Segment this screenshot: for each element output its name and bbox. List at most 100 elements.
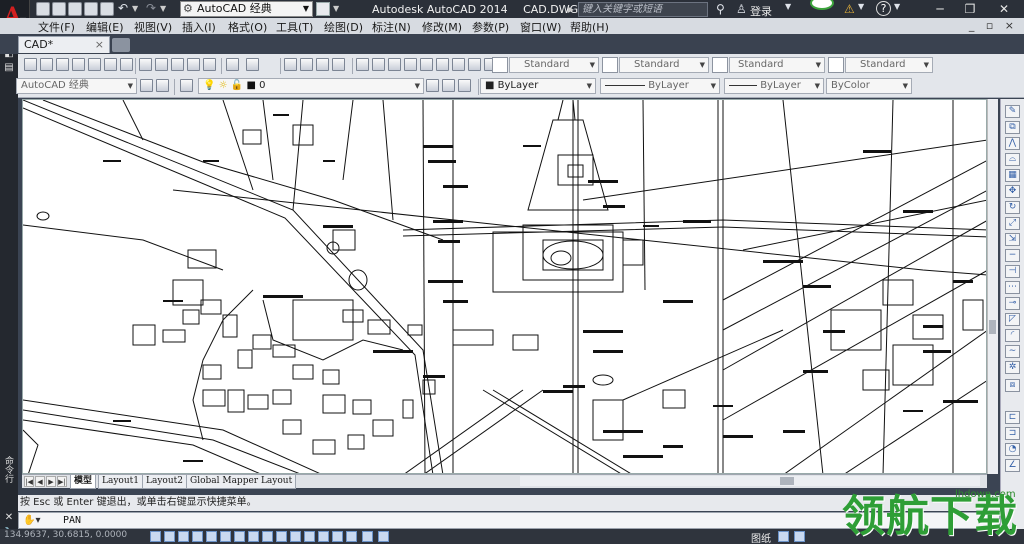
qat-customize-icon[interactable]: ▼ xyxy=(333,2,341,16)
zoom-previous-icon[interactable] xyxy=(332,58,345,71)
grid-display-toggle[interactable] xyxy=(178,531,189,542)
plotstyle-dropdown[interactable]: ByColor ▼ xyxy=(826,78,912,94)
pan-icon[interactable] xyxy=(284,58,297,71)
join-icon[interactable]: ⊸ xyxy=(1005,297,1020,310)
workspace-dropdown[interactable]: ⚙ AutoCAD 经典 ▼ xyxy=(180,1,313,17)
copy-icon[interactable]: ⧉ xyxy=(1005,121,1020,134)
quick-view-drawings-icon[interactable] xyxy=(794,531,805,542)
sheet-set-icon[interactable] xyxy=(404,58,417,71)
blend-icon[interactable]: ∼ xyxy=(1005,345,1020,358)
table-style-icon[interactable] xyxy=(712,57,728,73)
plot-icon[interactable] xyxy=(72,58,85,71)
dim-aligned-icon[interactable]: ⊐ xyxy=(1005,427,1020,440)
menu-tools[interactable]: 工具(T) xyxy=(276,19,313,35)
tab-layout1[interactable]: Layout1 xyxy=(98,475,143,489)
open-icon[interactable] xyxy=(40,58,53,71)
workspace-save-icon[interactable] xyxy=(156,79,169,92)
dynamic-input-toggle[interactable] xyxy=(276,531,287,542)
dim-linear-icon[interactable]: ⊏ xyxy=(1005,411,1020,424)
vertical-scroll-thumb[interactable] xyxy=(989,320,996,334)
copy-icon[interactable] xyxy=(155,58,168,71)
infer-constraints-toggle[interactable] xyxy=(150,531,161,542)
undo-dropdown-icon[interactable]: ▼ xyxy=(132,2,140,16)
restore-button[interactable]: ❐ xyxy=(956,0,984,18)
text-style-icon[interactable] xyxy=(492,57,508,73)
markup-icon[interactable] xyxy=(420,58,433,71)
redo-icon[interactable] xyxy=(246,58,259,71)
user-icon[interactable]: ♙ xyxy=(736,2,747,16)
tab-layout2[interactable]: Layout2 xyxy=(142,475,187,489)
palette-menu-icon[interactable]: ▤ xyxy=(3,62,15,74)
last-tab-icon[interactable]: ▶| xyxy=(57,476,67,487)
design-center-icon[interactable] xyxy=(372,58,385,71)
redo-dropdown-icon[interactable]: ▼ xyxy=(160,2,168,16)
quick-view-layouts-icon[interactable] xyxy=(778,531,789,542)
horizontal-scroll-thumb[interactable] xyxy=(780,477,794,485)
move-icon[interactable]: ✥ xyxy=(1005,185,1020,198)
exchange-badge-icon[interactable] xyxy=(810,0,834,10)
new-file-icon[interactable] xyxy=(36,2,50,16)
layer-properties-icon[interactable] xyxy=(180,79,193,92)
tab-global-mapper-layout[interactable]: Global Mapper Layout xyxy=(186,475,297,489)
trim-icon[interactable]: − xyxy=(1005,249,1020,262)
table-style-dropdown[interactable]: Standard ▼ xyxy=(729,57,825,73)
help-icon[interactable]: ? xyxy=(876,1,891,16)
zoom-realtime-icon[interactable] xyxy=(300,58,313,71)
new-tab-button[interactable] xyxy=(112,38,130,52)
color-dropdown[interactable]: ■ ByLayer ▼ xyxy=(480,78,596,94)
layer-dropdown[interactable]: 💡 ☼ 🔓 ■ 0 ▼ xyxy=(198,78,424,94)
paste-icon[interactable] xyxy=(171,58,184,71)
layer-previous-icon[interactable] xyxy=(442,79,455,92)
layer-manager-icon[interactable] xyxy=(452,58,465,71)
array-icon[interactable]: ▦ xyxy=(1005,169,1020,182)
undo-icon[interactable]: ↶ xyxy=(118,1,128,15)
ucs-toggle[interactable] xyxy=(262,531,273,542)
vertical-scrollbar[interactable] xyxy=(987,99,998,474)
scale-icon[interactable]: ⤢ xyxy=(1005,217,1020,230)
ortho-mode-toggle[interactable] xyxy=(192,531,203,542)
cut-icon[interactable] xyxy=(139,58,152,71)
annotation-monitor-toggle[interactable] xyxy=(346,531,357,542)
make-current-layer-icon[interactable] xyxy=(426,79,439,92)
chevron-down-icon[interactable]: ▼ xyxy=(894,2,900,11)
3d-dwf-icon[interactable] xyxy=(120,58,133,71)
menu-draw[interactable]: 绘图(D) xyxy=(324,19,363,35)
isolate-toggle[interactable] xyxy=(362,531,373,542)
lineweight-dropdown[interactable]: ByLayer ▼ xyxy=(724,78,824,94)
login-button[interactable]: 登录 xyxy=(750,3,772,19)
drawing-window-controls[interactable]: _ ▫ × xyxy=(969,19,1018,32)
menu-parametric[interactable]: 参数(P) xyxy=(472,19,509,35)
draworder-icon[interactable]: ⧈ xyxy=(1005,379,1020,392)
workspace-toolbar-dropdown[interactable]: AutoCAD 经典 ▼ xyxy=(16,78,137,94)
linetype-dropdown[interactable]: ByLayer ▼ xyxy=(600,78,720,94)
first-tab-icon[interactable]: |◀ xyxy=(24,476,34,487)
break-icon[interactable]: ⋯ xyxy=(1005,281,1020,294)
binoculars-icon[interactable]: ⚲ xyxy=(716,2,725,16)
redo-icon[interactable]: ↷ xyxy=(146,1,156,15)
quick-properties-toggle[interactable] xyxy=(318,531,329,542)
multileader-style-icon[interactable] xyxy=(828,57,844,73)
menu-help[interactable]: 帮助(H) xyxy=(570,19,609,35)
tab-model[interactable]: 模型 xyxy=(70,475,97,489)
stretch-icon[interactable]: ⇲ xyxy=(1005,233,1020,246)
snap-mode-toggle[interactable] xyxy=(164,531,175,542)
dim-style-dropdown[interactable]: Standard ▼ xyxy=(619,57,709,73)
rotate-icon[interactable]: ↻ xyxy=(1005,201,1020,214)
menu-view[interactable]: 视图(V) xyxy=(134,19,172,35)
multileader-style-dropdown[interactable]: Standard ▼ xyxy=(845,57,933,73)
quickcalc-icon[interactable] xyxy=(436,58,449,71)
properties-icon[interactable] xyxy=(316,2,330,16)
fillet-icon[interactable]: ◜ xyxy=(1005,329,1020,342)
close-icon[interactable]: × xyxy=(95,37,104,53)
menu-dimension[interactable]: 标注(N) xyxy=(372,19,411,35)
close-button[interactable]: ✕ xyxy=(990,0,1018,18)
hardware-acceleration-toggle[interactable] xyxy=(378,531,389,542)
search-input[interactable]: 键入关键字或短语 xyxy=(578,2,708,17)
menu-format[interactable]: 格式(O) xyxy=(228,19,267,35)
properties-palette-icon[interactable] xyxy=(356,58,369,71)
minimize-button[interactable]: ─ xyxy=(926,0,954,18)
close-icon[interactable]: ✕ xyxy=(3,512,15,524)
block-editor-icon[interactable] xyxy=(203,58,216,71)
open-file-icon[interactable] xyxy=(52,2,66,16)
tool-palettes-icon[interactable] xyxy=(388,58,401,71)
